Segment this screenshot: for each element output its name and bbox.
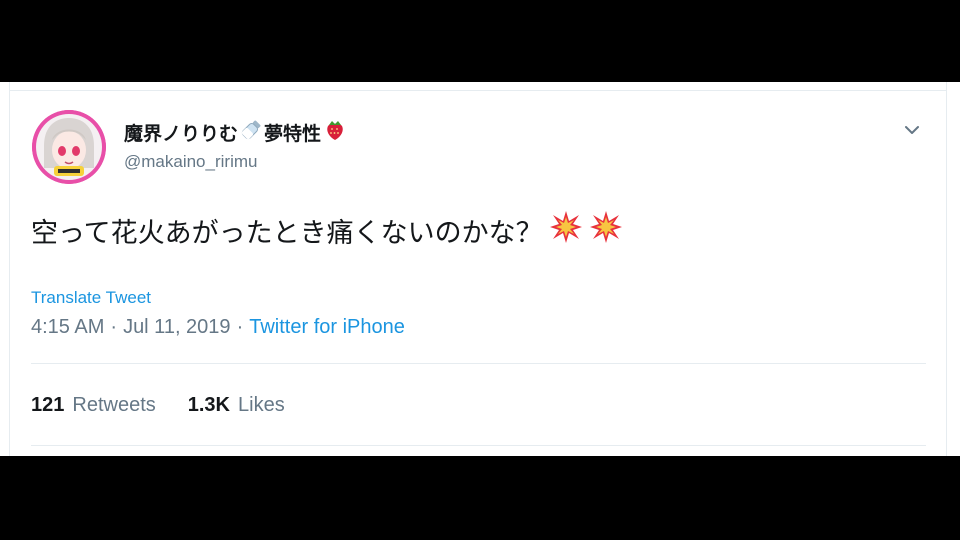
- retweets-count: 121: [31, 394, 65, 416]
- tweet-stats: 121 Retweets 1.3K Likes: [31, 394, 317, 417]
- tweet-body: 空って花火あがったとき痛くないのかな？: [31, 218, 543, 249]
- display-name-suffix: 夢特性: [264, 122, 322, 145]
- separator: ·: [236, 316, 244, 338]
- retweets-label: Retweets: [72, 394, 156, 416]
- collision-icon: [549, 210, 583, 251]
- likes-stat[interactable]: 1.3K Likes: [188, 394, 285, 417]
- likes-count: 1.3K: [187, 394, 230, 416]
- tweet-date[interactable]: Jul 11, 2019: [123, 316, 231, 338]
- tweet-time[interactable]: 4:15 AM: [31, 316, 104, 338]
- translate-tweet-link[interactable]: Translate Tweet: [31, 288, 151, 308]
- tweet-source-link[interactable]: Twitter for iPhone: [249, 316, 405, 338]
- separator: ·: [110, 316, 118, 338]
- card-border: [9, 82, 10, 456]
- likes-label: Likes: [238, 394, 285, 416]
- chevron-down-icon[interactable]: [900, 118, 924, 142]
- avatar[interactable]: [32, 110, 106, 184]
- collision-icon: [589, 210, 623, 251]
- strawberry-icon: [323, 118, 347, 147]
- divider: [31, 445, 926, 446]
- display-name-text: 魔界ノりりむ: [124, 122, 239, 145]
- divider: [9, 90, 947, 91]
- retweets-stat[interactable]: 121 Retweets: [31, 394, 156, 417]
- tweet-card: 魔界ノりりむ 夢特性 @makaino_ririmu 空って花火あがったとき痛く…: [0, 82, 960, 456]
- tweet-text: 空って花火あがったとき痛くないのかな？: [31, 210, 623, 251]
- divider: [31, 363, 926, 364]
- baby-bottle-icon: [240, 119, 262, 146]
- user-handle[interactable]: @makaino_ririmu: [124, 152, 257, 172]
- card-border: [946, 82, 947, 456]
- tweet-metadata: 4:15 AM · Jul 11, 2019 · Twitter for iPhone: [31, 316, 405, 339]
- display-name[interactable]: 魔界ノりりむ 夢特性: [124, 118, 349, 147]
